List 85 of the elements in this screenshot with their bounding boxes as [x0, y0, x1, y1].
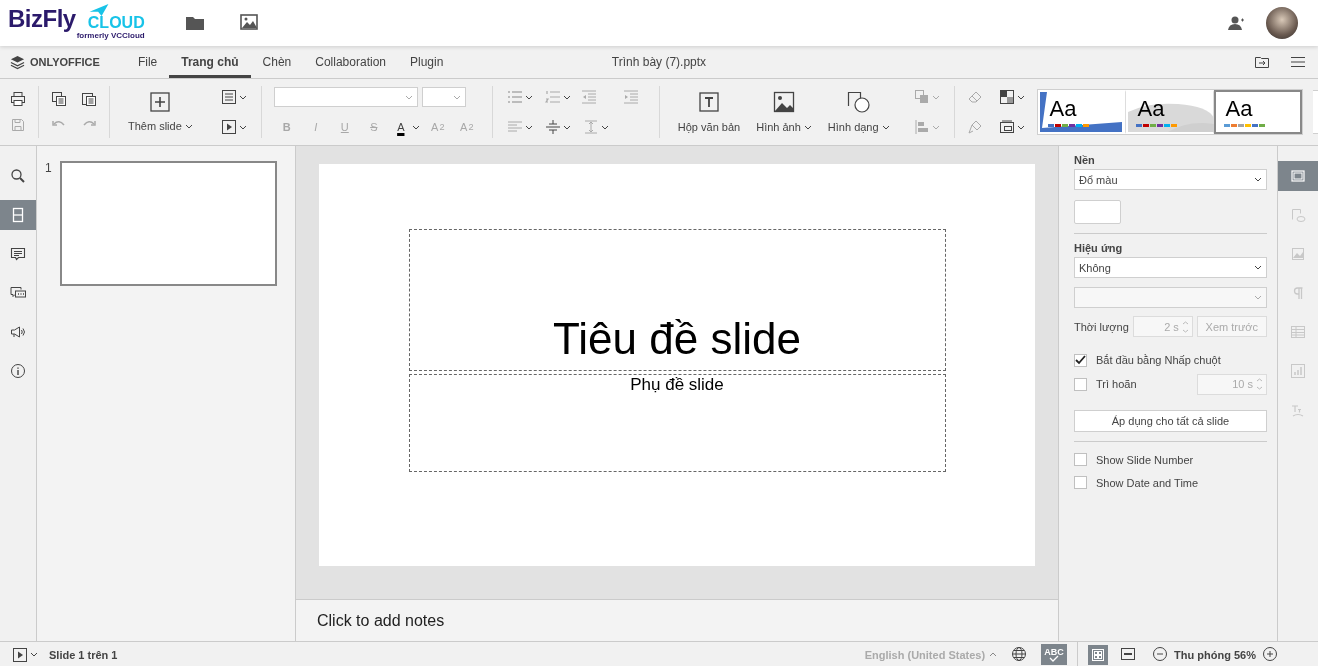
- title-placeholder[interactable]: Tiêu đề slide: [408, 229, 946, 371]
- font-name-field[interactable]: [273, 87, 418, 107]
- checkbox[interactable]: [1074, 353, 1087, 367]
- apply-all-button[interactable]: Áp dụng cho tất cả slide: [1074, 410, 1267, 432]
- zoom-out-icon[interactable]: [1152, 645, 1169, 662]
- caret-icon[interactable]: [184, 122, 193, 130]
- caret-icon[interactable]: [238, 123, 247, 131]
- slides-icon[interactable]: [0, 200, 36, 230]
- checkbox-label: Show Date and Time: [1096, 476, 1199, 489]
- caret-icon[interactable]: [562, 93, 571, 101]
- caret-icon[interactable]: [524, 123, 533, 131]
- caret-icon[interactable]: [803, 123, 812, 131]
- font-size-field[interactable]: [421, 87, 466, 107]
- font-color-button[interactable]: A: [391, 117, 410, 137]
- document-title: Trình bày (7).pptx: [611, 55, 707, 69]
- check-icon: [1048, 655, 1061, 662]
- checkbox-label: Bắt đầu bằng Nhấp chuột: [1096, 354, 1221, 366]
- color-scheme-icon[interactable]: [998, 89, 1015, 105]
- checkbox[interactable]: [1074, 453, 1087, 466]
- zoom-level: Thu phóng 56%: [1174, 648, 1256, 661]
- shape-button[interactable]: Hình dạng: [821, 89, 896, 135]
- menu-tab[interactable]: Trang chủ: [169, 49, 251, 78]
- menu-icon[interactable]: [1290, 54, 1306, 70]
- zoom-in-icon[interactable]: [1262, 645, 1278, 662]
- section-heading: Hiệu ứng: [1074, 242, 1124, 254]
- layers-icon: [10, 54, 25, 70]
- theme-thumbnail[interactable]: Aa: [1213, 90, 1302, 134]
- brand-name: ONLYOFFICE: [30, 56, 100, 68]
- duration-label: Thời lượng: [1074, 320, 1129, 333]
- caret-icon[interactable]: [1016, 93, 1025, 101]
- checkbox[interactable]: [1074, 476, 1087, 489]
- spellcheck-button[interactable]: ABC: [1041, 644, 1068, 665]
- copy-icon[interactable]: [51, 91, 67, 107]
- fit-slide-button[interactable]: [1088, 644, 1109, 665]
- menu-tab[interactable]: Collaboration: [303, 49, 398, 78]
- open-location-icon[interactable]: [1254, 54, 1270, 70]
- section-heading: Nền: [1074, 154, 1096, 166]
- caret-icon[interactable]: [411, 123, 420, 131]
- notes-area[interactable]: Click to add notes: [296, 599, 1058, 641]
- caret-icon[interactable]: [881, 123, 890, 131]
- image-button[interactable]: Hình ảnh: [750, 89, 818, 135]
- slide-thumbnail[interactable]: [59, 161, 277, 286]
- text-box-button[interactable]: Hộp văn bản: [671, 89, 747, 135]
- caret-icon[interactable]: [524, 93, 533, 101]
- play-icon[interactable]: [12, 646, 28, 663]
- menu-tab[interactable]: Plugin: [398, 49, 456, 78]
- globe-icon[interactable]: [1011, 645, 1028, 662]
- slide-counter: Slide 1 trên 1: [49, 648, 118, 661]
- color-swatch[interactable]: [1074, 200, 1121, 224]
- menu-tab[interactable]: File: [125, 49, 170, 78]
- theme-thumbnail[interactable]: Aa: [1125, 90, 1214, 134]
- text-box-icon[interactable]: [698, 91, 720, 113]
- checkbox-label: Show Slide Number: [1096, 453, 1194, 466]
- paper-plane-icon: [88, 4, 110, 16]
- checkbox-label: Trì hoãn: [1096, 378, 1137, 390]
- slide-size-icon[interactable]: [998, 119, 1015, 135]
- caret-icon[interactable]: [562, 123, 571, 131]
- fit-width-icon[interactable]: [1120, 645, 1137, 662]
- image-icon[interactable]: [240, 13, 258, 30]
- play-icon[interactable]: [220, 119, 237, 135]
- effect-dropdown[interactable]: Không: [1074, 257, 1267, 278]
- menu-tab[interactable]: Chèn: [250, 49, 304, 78]
- layout-icon[interactable]: [220, 89, 237, 105]
- logo-wordmark: BizFly: [8, 4, 76, 34]
- checkbox[interactable]: [1074, 377, 1087, 391]
- fill-dropdown[interactable]: Đổ màu: [1074, 169, 1267, 190]
- caret-icon[interactable]: [30, 651, 38, 658]
- paste-icon[interactable]: [81, 91, 97, 107]
- user-icon[interactable]: [1228, 15, 1244, 31]
- caret-icon[interactable]: [238, 93, 247, 101]
- print-icon[interactable]: [10, 91, 26, 107]
- shapes-icon[interactable]: [846, 91, 871, 113]
- user-avatar[interactable]: [1266, 7, 1298, 39]
- caret-icon[interactable]: [1254, 176, 1262, 183]
- subtitle-placeholder[interactable]: Phụ đề slide: [408, 374, 946, 472]
- logo-accent: CLOUD: [87, 14, 145, 31]
- theme-thumbnail[interactable]: Aa: [1037, 90, 1126, 134]
- add-icon[interactable]: [150, 92, 171, 112]
- caret-icon[interactable]: [1016, 123, 1025, 131]
- caret-icon[interactable]: [1254, 264, 1262, 271]
- image-icon[interactable]: [773, 91, 795, 113]
- add-slide-button[interactable]: Thêm slide: [122, 90, 199, 134]
- caret-icon[interactable]: [600, 123, 609, 131]
- slide-number: 1: [45, 161, 52, 175]
- logo-tagline: formerly VCCloud: [76, 31, 145, 40]
